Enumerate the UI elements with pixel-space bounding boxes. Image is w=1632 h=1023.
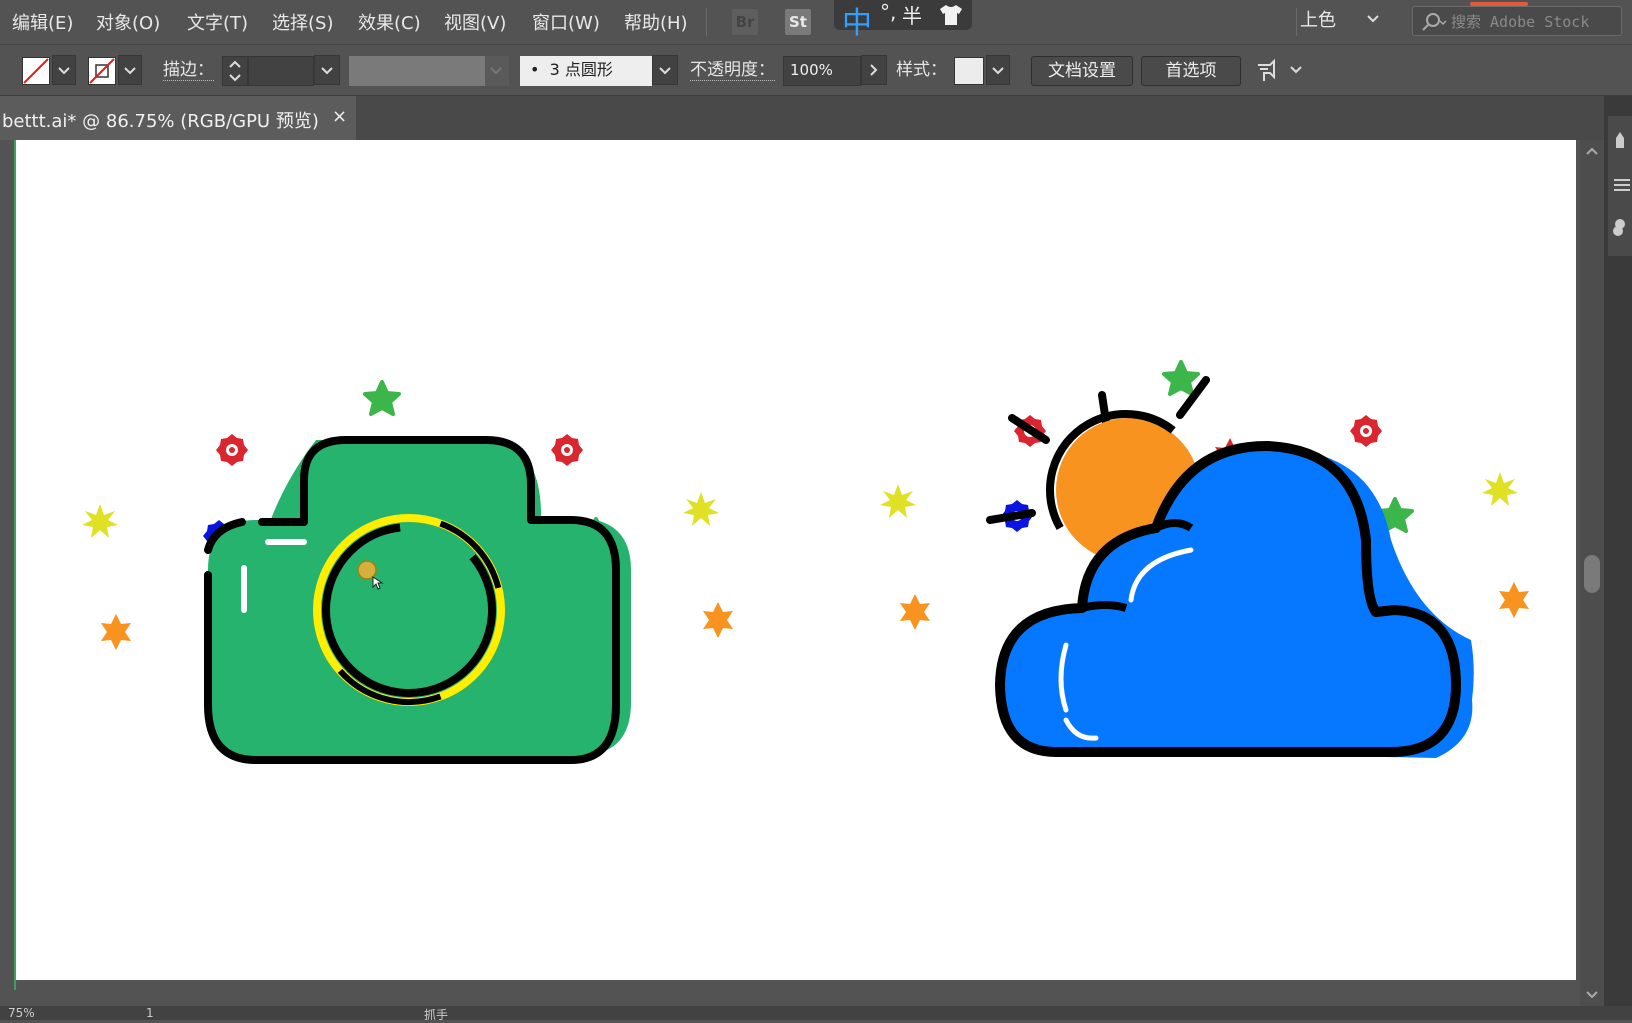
close-icon[interactable]: × [332, 106, 347, 127]
opacity-slider-button[interactable] [861, 55, 887, 85]
stroke-weight-stepper[interactable] [222, 56, 248, 86]
right-panel-dock [1604, 96, 1632, 1020]
canvas-area[interactable] [0, 140, 1580, 1006]
document-tab-bar: bettt.ai* @ 86.75% (RGB/GPU 预览) × [0, 96, 1632, 140]
orange-star-icon [900, 594, 930, 630]
fill-dropdown[interactable] [52, 55, 76, 85]
workspace-switcher[interactable]: 上色 [1300, 6, 1336, 32]
arrange-documents-icon[interactable] [1254, 57, 1284, 85]
ime-toolbar[interactable]: 中 °, 半 [834, 0, 972, 41]
menu-divider [706, 8, 707, 36]
menu-view[interactable]: 视图(V) [444, 9, 506, 35]
yellow-sparkle-icon [82, 504, 118, 538]
stroke-swatch[interactable] [88, 57, 116, 85]
orange-star-icon [1499, 582, 1529, 618]
yellow-sparkle-icon [683, 492, 719, 526]
style-label: 样式： [896, 60, 947, 80]
document-tab-title: bettt.ai* @ 86.75% (RGB/GPU 预览) [2, 111, 319, 132]
menu-select[interactable]: 选择(S) [272, 9, 333, 35]
sun-cloud-illustration[interactable] [986, 376, 1474, 758]
camera-body [208, 440, 616, 760]
brush-dropdown[interactable] [652, 55, 678, 85]
graphic-style-swatch[interactable] [954, 57, 984, 85]
menu-help[interactable]: 帮助(H) [624, 9, 688, 35]
opacity-input[interactable]: 100% [783, 56, 861, 86]
yellow-sparkle-icon [1482, 472, 1518, 506]
fill-swatch[interactable] [22, 57, 50, 85]
stepper-icon [229, 60, 241, 82]
stroke-dropdown[interactable] [118, 55, 142, 85]
chevron-down-icon [659, 67, 671, 75]
menu-bar: 编辑(E) 对象(O) 文字(T) 选择(S) 效果(C) 视图(V) 窗口(W… [0, 0, 1632, 44]
status-bar: 75% 1 抓手 [0, 1006, 1632, 1022]
document-tab[interactable]: bettt.ai* @ 86.75% (RGB/GPU 预览) × [0, 96, 356, 140]
green-star-icon [1162, 360, 1200, 396]
cloud-inner-line [1081, 601, 1128, 612]
profile-dropdown[interactable] [485, 56, 509, 86]
preferences-button[interactable]: 首选项 [1141, 56, 1241, 86]
red-gear-icon [551, 434, 583, 466]
ime-width[interactable]: 半 [902, 0, 922, 29]
vertical-scrollbar[interactable] [1580, 140, 1604, 1020]
red-gear-icon [1350, 415, 1382, 447]
symbols-icon[interactable] [1610, 216, 1632, 238]
orange-star-icon [703, 602, 733, 638]
stroke-label[interactable]: 描边： [163, 60, 214, 81]
chevron-right-icon [870, 64, 878, 76]
current-tool: 抓手 [424, 1008, 449, 1022]
page-number[interactable]: 1 [146, 1006, 154, 1020]
ime-language[interactable]: 中 [842, 0, 872, 42]
ime-punctuation[interactable]: °, [880, 0, 896, 24]
brush-definition[interactable]: • 3 点圆形 [520, 56, 652, 86]
none-stroke-icon [89, 58, 115, 84]
chevron-down-icon[interactable] [1288, 63, 1304, 77]
menu-divider [1296, 8, 1297, 36]
search-icon [1422, 13, 1447, 31]
camera-illustration[interactable] [204, 436, 631, 764]
style-dropdown[interactable] [986, 55, 1010, 85]
scroll-down-icon[interactable] [1585, 990, 1599, 1000]
opacity-label[interactable]: 不透明度： [690, 60, 775, 81]
control-bar: 描边： • 3 点圆形 不透明度： 100% 样式： 文档设置 首选项 [0, 44, 1632, 96]
brush-label: 3 点圆形 [549, 60, 613, 79]
menu-window[interactable]: 窗口(W) [532, 9, 600, 35]
green-star-icon [363, 380, 401, 416]
stock-search[interactable]: 搜索 Adobe Stock [1412, 6, 1622, 36]
orange-star-icon [101, 614, 131, 650]
menu-effect[interactable]: 效果(C) [358, 9, 421, 35]
stock-icon[interactable]: St [785, 9, 811, 35]
menu-type[interactable]: 文字(T) [187, 9, 248, 35]
red-gear-icon [216, 434, 248, 466]
artboard-bottom-edge [16, 980, 1576, 982]
chevron-down-icon [321, 67, 333, 75]
chevron-down-icon [490, 67, 502, 75]
search-input[interactable]: 搜索 Adobe Stock [1451, 11, 1589, 32]
artboard[interactable] [16, 140, 1576, 982]
yellow-sparkle-icon [880, 484, 916, 518]
scroll-up-icon[interactable] [1585, 146, 1599, 156]
chevron-down-icon [58, 67, 70, 75]
chevron-down-icon [124, 67, 136, 75]
brush-bullet: • [530, 60, 540, 79]
none-fill-icon [23, 58, 49, 84]
chevron-down-icon [992, 67, 1004, 75]
artwork [82, 360, 1529, 764]
chevron-down-icon[interactable] [1366, 12, 1380, 26]
stroke-weight-input[interactable] [248, 56, 314, 86]
brush-icon[interactable] [1610, 128, 1632, 150]
variable-width-profile[interactable] [349, 56, 485, 86]
document-setup-button[interactable]: 文档设置 [1031, 56, 1133, 86]
bridge-icon[interactable]: Br [732, 9, 758, 35]
scroll-thumb[interactable] [1584, 555, 1600, 593]
panel-icon-group [1608, 116, 1632, 256]
stroke-weight-dropdown[interactable] [314, 55, 340, 85]
menu-object[interactable]: 对象(O) [96, 9, 160, 35]
skin-shirt-icon[interactable] [938, 3, 964, 27]
layers-icon[interactable] [1610, 174, 1632, 196]
zoom-level[interactable]: 75% [8, 1006, 35, 1020]
anchor-point[interactable] [357, 560, 377, 580]
menu-edit[interactable]: 编辑(E) [12, 9, 73, 35]
